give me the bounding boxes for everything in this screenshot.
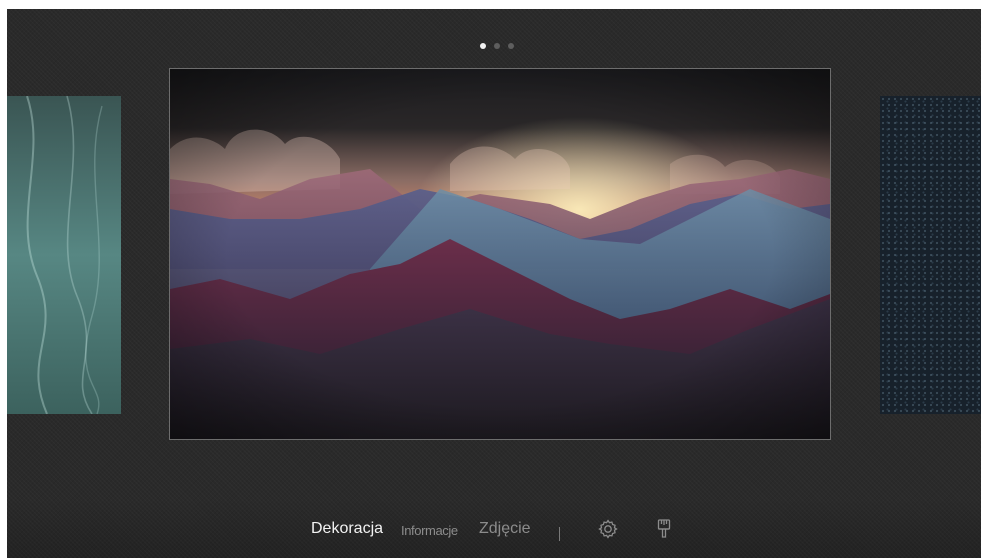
textured-pattern-artwork (880, 96, 981, 414)
ambient-mode-screen: Dekoracja Informacje Zdjęcie (7, 9, 981, 558)
page-dot[interactable] (508, 43, 514, 49)
page-dot-active[interactable] (480, 43, 486, 49)
settings-icon[interactable] (596, 517, 620, 541)
water-light-artwork (7, 96, 121, 414)
page-dot[interactable] (494, 43, 500, 49)
menu-divider (559, 527, 560, 541)
page-indicator (480, 43, 514, 49)
previous-artwork-card[interactable] (7, 96, 121, 414)
next-artwork-card[interactable] (880, 96, 981, 414)
menu-item-dekoracja[interactable]: Dekoracja (311, 520, 383, 538)
menu-item-zdjecie[interactable]: Zdjęcie (479, 520, 531, 538)
brush-icon[interactable] (652, 517, 676, 541)
main-artwork-frame[interactable] (169, 68, 831, 440)
menu-item-informacje[interactable]: Informacje (401, 523, 458, 538)
mountains-artwork (170, 69, 830, 439)
bottom-menu: Dekoracja Informacje Zdjęcie (7, 498, 981, 558)
